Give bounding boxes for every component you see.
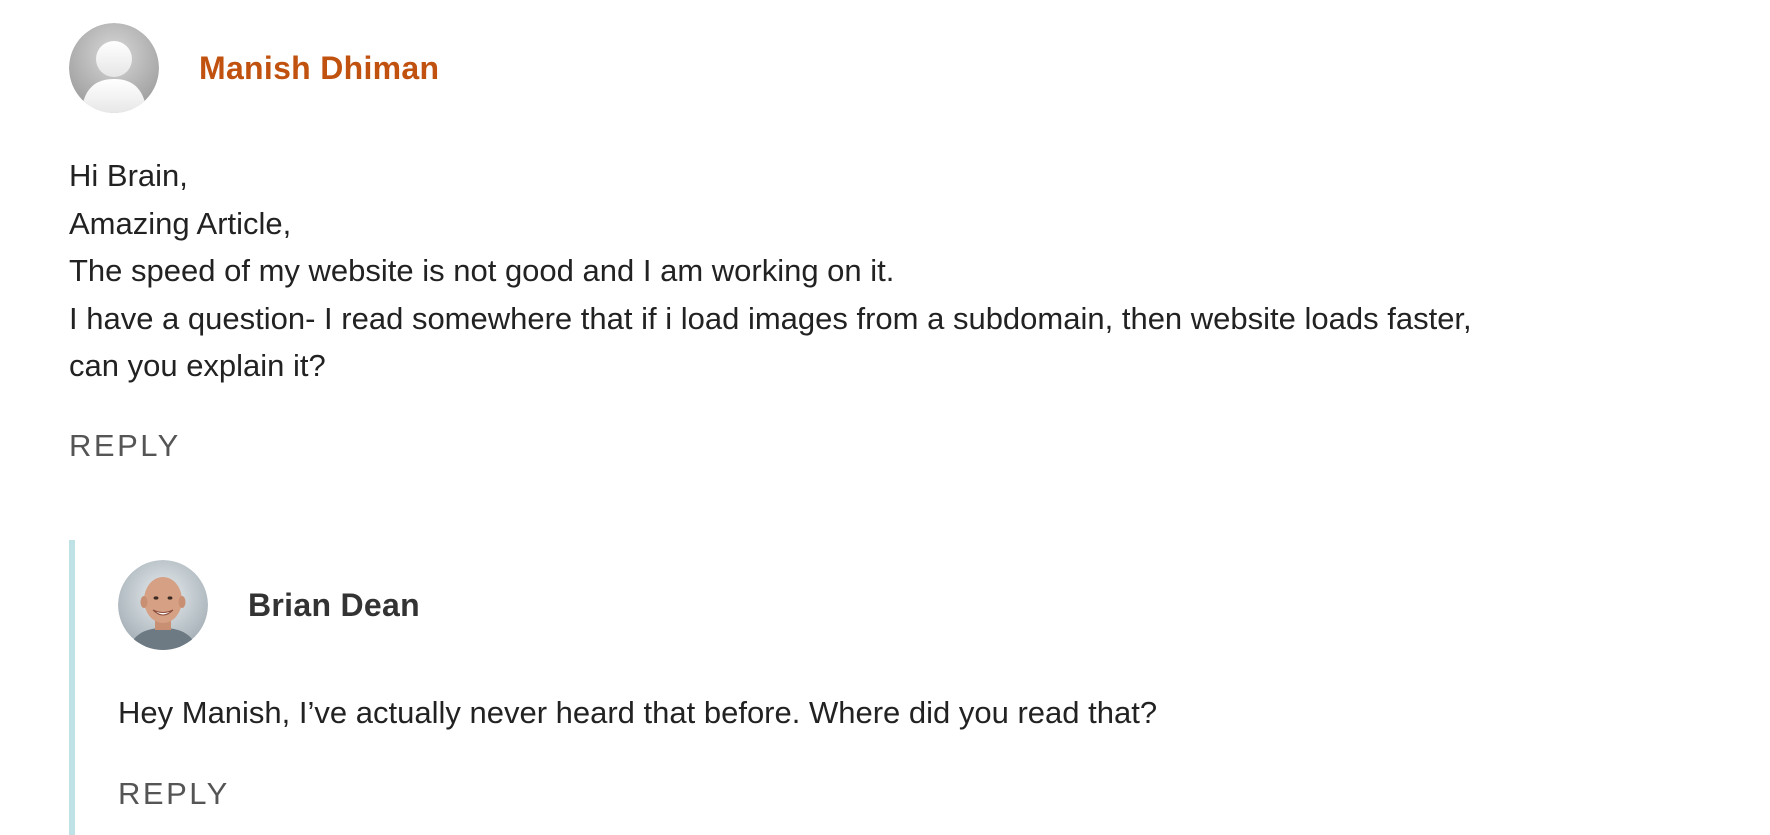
reply-line: Hey Manish, I’ve actually never heard th… xyxy=(118,695,1158,730)
comment-text: Hi Brain, Amazing Article, The speed of … xyxy=(69,152,1472,390)
user-photo-avatar-icon xyxy=(118,560,208,650)
comment-line: Amazing Article, xyxy=(69,205,292,241)
comment-line: I have a question- I read somewhere that… xyxy=(69,300,1472,336)
nested-reply: Brian Dean Hey Manish, I’ve actually nev… xyxy=(69,540,1769,835)
comment-header: Manish Dhiman xyxy=(69,23,439,113)
reply-header: Brian Dean xyxy=(118,560,420,650)
comment-line: can you explain it? xyxy=(69,348,326,383)
reply-button[interactable]: REPLY xyxy=(118,776,230,812)
comment-line: The speed of my website is not good and … xyxy=(69,253,895,288)
reply-text: Hey Manish, I’ve actually never heard th… xyxy=(118,689,1157,737)
thread-indent-border xyxy=(69,540,75,835)
reply-author-name: Brian Dean xyxy=(248,586,420,623)
comment-line: Hi Brain, xyxy=(69,158,188,193)
reply-button[interactable]: REPLY xyxy=(69,428,181,464)
default-user-avatar-icon xyxy=(69,23,159,113)
comment-author-link[interactable]: Manish Dhiman xyxy=(199,50,439,87)
